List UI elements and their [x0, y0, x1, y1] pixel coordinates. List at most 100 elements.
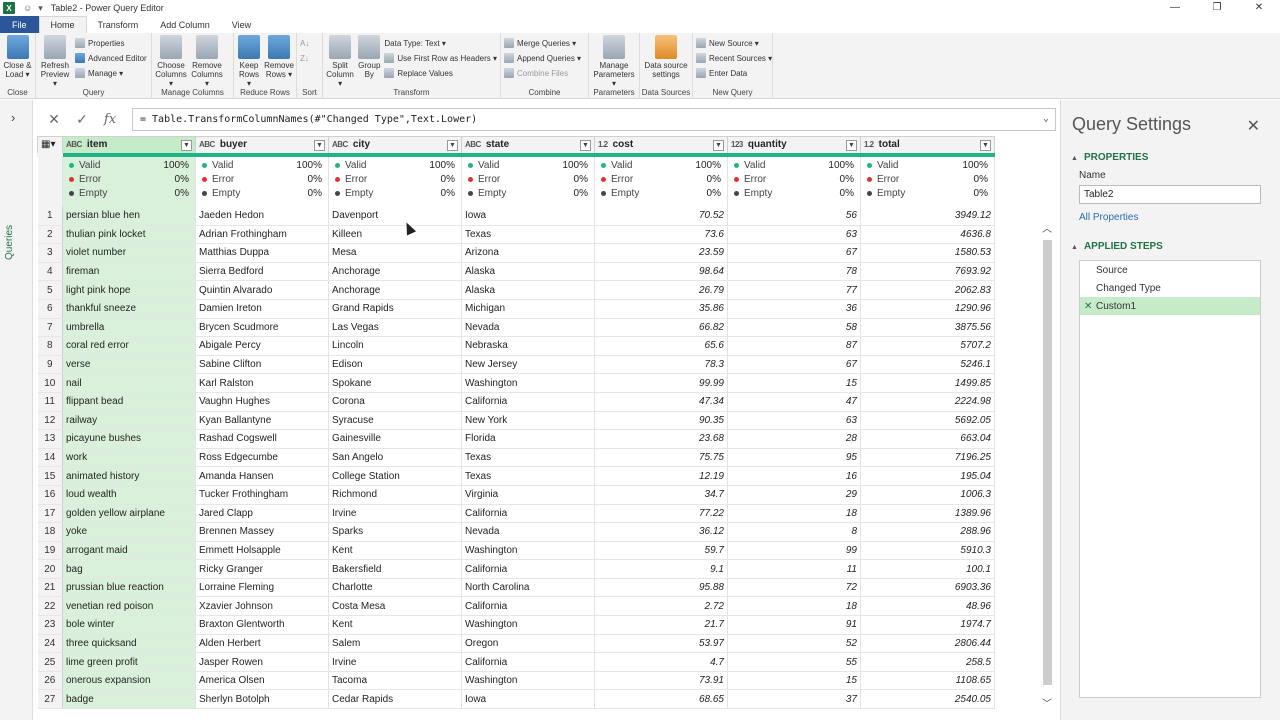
table-row[interactable]: 21 prussian blue reaction Lorraine Fleming…: [37, 578, 995, 598]
cell-item[interactable]: animated history: [62, 466, 196, 486]
cell-cost[interactable]: 68.65: [594, 689, 728, 710]
cell-state[interactable]: North Carolina: [461, 578, 595, 598]
smiley-icon[interactable]: ☺: [23, 3, 32, 14]
cell-state[interactable]: Arizona: [461, 243, 595, 263]
table-row[interactable]: 9 verse Sabine Clifton Edison New Jersey 78.3…: [37, 355, 995, 375]
cell-cost[interactable]: 59.7: [594, 541, 728, 561]
row-number[interactable]: 7: [37, 318, 63, 338]
table-row[interactable]: 16 loud wealth Tucker Frothingham Richmond V…: [37, 485, 995, 505]
cell-city[interactable]: Syracuse: [328, 411, 462, 431]
cell-total[interactable]: 4636.8: [860, 225, 995, 245]
cell-item[interactable]: railway: [62, 411, 196, 431]
row-number[interactable]: 3: [37, 243, 63, 263]
cell-total[interactable]: 1580.53: [860, 243, 995, 263]
cell-item[interactable]: coral red error: [62, 336, 196, 356]
cell-city[interactable]: Mesa: [328, 243, 462, 263]
row-number[interactable]: 15: [37, 466, 63, 486]
fx-icon[interactable]: fx: [96, 108, 124, 131]
cell-city[interactable]: Irvine: [328, 504, 462, 524]
row-number[interactable]: 2: [37, 225, 63, 245]
cell-total[interactable]: 258.5: [860, 652, 995, 672]
table-row[interactable]: 25 lime green profit Jasper Rowen Irvine Cal…: [37, 652, 995, 672]
cell-total[interactable]: 195.04: [860, 466, 995, 486]
cell-cost[interactable]: 36.12: [594, 522, 728, 542]
cell-buyer[interactable]: Abigale Percy: [195, 336, 329, 356]
cell-state[interactable]: California: [461, 504, 595, 524]
cell-state[interactable]: Texas: [461, 466, 595, 486]
cell-cost[interactable]: 66.82: [594, 318, 728, 338]
cell-quantity[interactable]: 15: [727, 373, 861, 393]
cell-buyer[interactable]: America Olsen: [195, 671, 329, 691]
cell-total[interactable]: 288.96: [860, 522, 995, 542]
cell-quantity[interactable]: 78: [727, 262, 861, 282]
cell-item[interactable]: loud wealth: [62, 485, 196, 505]
expand-formula-icon[interactable]: ⌄: [1043, 113, 1049, 124]
enter-data-button[interactable]: Enter Data: [696, 67, 772, 79]
cell-state[interactable]: Nevada: [461, 318, 595, 338]
cell-quantity[interactable]: 18: [727, 596, 861, 617]
properties-header[interactable]: PROPERTIES: [1071, 152, 1148, 163]
cell-total[interactable]: 5692.05: [860, 411, 995, 431]
cell-buyer[interactable]: Damien Ireton: [195, 299, 329, 319]
filter-dropdown-icon[interactable]: ▼: [713, 140, 724, 151]
cell-city[interactable]: Costa Mesa: [328, 596, 462, 617]
row-number[interactable]: 21: [37, 578, 63, 598]
table-row[interactable]: 13 picayune bushes Rashad Cogswell Gainesvi…: [37, 429, 995, 449]
step-custom1[interactable]: ✕ Custom1: [1080, 297, 1260, 315]
cell-buyer[interactable]: Kyan Ballantyne: [195, 411, 329, 431]
cell-cost[interactable]: 95.88: [594, 578, 728, 598]
commit-formula-button[interactable]: ✓: [68, 108, 96, 131]
text-type-icon[interactable]: ABC: [332, 140, 348, 149]
cell-cost[interactable]: 4.7: [594, 652, 728, 672]
table-row[interactable]: 26 onerous expansion America Olsen Tacoma Wa…: [37, 671, 995, 691]
row-number[interactable]: 9: [37, 355, 63, 375]
filter-dropdown-icon[interactable]: ▼: [846, 140, 857, 151]
table-menu-button[interactable]: ▦▾: [37, 136, 63, 155]
cell-total[interactable]: 1974.7: [860, 615, 995, 635]
scroll-thumb[interactable]: [1043, 240, 1052, 685]
column-quality-cell[interactable]: Valid 100% Error 0% Empty 0%: [328, 152, 462, 207]
cell-buyer[interactable]: Jasper Rowen: [195, 652, 329, 672]
table-row[interactable]: 15 animated history Amanda Hansen College S…: [37, 466, 995, 486]
cell-state[interactable]: New Jersey: [461, 355, 595, 375]
scroll-up-icon[interactable]: ︿: [1042, 220, 1052, 235]
cell-buyer[interactable]: Sabine Clifton: [195, 355, 329, 375]
cell-state[interactable]: Washington: [461, 615, 595, 635]
table-row[interactable]: 14 work Ross Edgecumbe San Angelo Texas 75.75…: [37, 448, 995, 468]
combine-files-button[interactable]: Combine Files: [504, 67, 581, 79]
table-row[interactable]: 20 bag Ricky Granger Bakersfield California 9…: [37, 559, 995, 579]
cell-quantity[interactable]: 95: [727, 448, 861, 468]
cell-city[interactable]: College Station: [328, 466, 462, 486]
table-row[interactable]: 3 violet number Matthias Duppa Mesa Arizona 2…: [37, 243, 995, 263]
cell-city[interactable]: Cedar Rapids: [328, 689, 462, 710]
cell-buyer[interactable]: Sierra Bedford: [195, 262, 329, 282]
row-number[interactable]: 16: [37, 485, 63, 505]
cell-quantity[interactable]: 67: [727, 355, 861, 375]
row-number[interactable]: 19: [37, 541, 63, 561]
cell-total[interactable]: 100.1: [860, 559, 995, 579]
table-row[interactable]: 1 persian blue hen Jaeden Hedon Davenport Io…: [37, 206, 995, 226]
whole-number-type-icon[interactable]: 123: [731, 140, 743, 149]
table-row[interactable]: 4 fireman Sierra Bedford Anchorage Alaska 98.…: [37, 262, 995, 282]
cell-total[interactable]: 2224.98: [860, 392, 995, 412]
cell-item[interactable]: bole winter: [62, 615, 196, 635]
row-number[interactable]: 27: [37, 689, 63, 710]
table-row[interactable]: 11 flippant bead Vaughn Hughes Corona Califo…: [37, 392, 995, 412]
customize-dropdown-icon[interactable]: ▾: [38, 3, 43, 14]
cell-buyer[interactable]: Tucker Frothingham: [195, 485, 329, 505]
cell-buyer[interactable]: Amanda Hansen: [195, 466, 329, 486]
append-queries-button[interactable]: Append Queries ▾: [504, 52, 581, 64]
cell-state[interactable]: New York: [461, 411, 595, 431]
cell-city[interactable]: Las Vegas: [328, 318, 462, 338]
cell-quantity[interactable]: 67: [727, 243, 861, 263]
new-source-button[interactable]: New Source ▾: [696, 37, 772, 49]
cell-buyer[interactable]: Adrian Frothingham: [195, 225, 329, 245]
tab-transform[interactable]: Transform: [87, 16, 150, 33]
tab-home[interactable]: Home: [38, 16, 87, 33]
cell-buyer[interactable]: Jaeden Hedon: [195, 206, 329, 226]
row-number[interactable]: 6: [37, 299, 63, 319]
sort-descending-button[interactable]: Z↓: [300, 52, 309, 64]
cell-state[interactable]: Iowa: [461, 689, 595, 710]
cell-buyer[interactable]: Sherlyn Botolph: [195, 689, 329, 710]
cell-quantity[interactable]: 8: [727, 522, 861, 542]
